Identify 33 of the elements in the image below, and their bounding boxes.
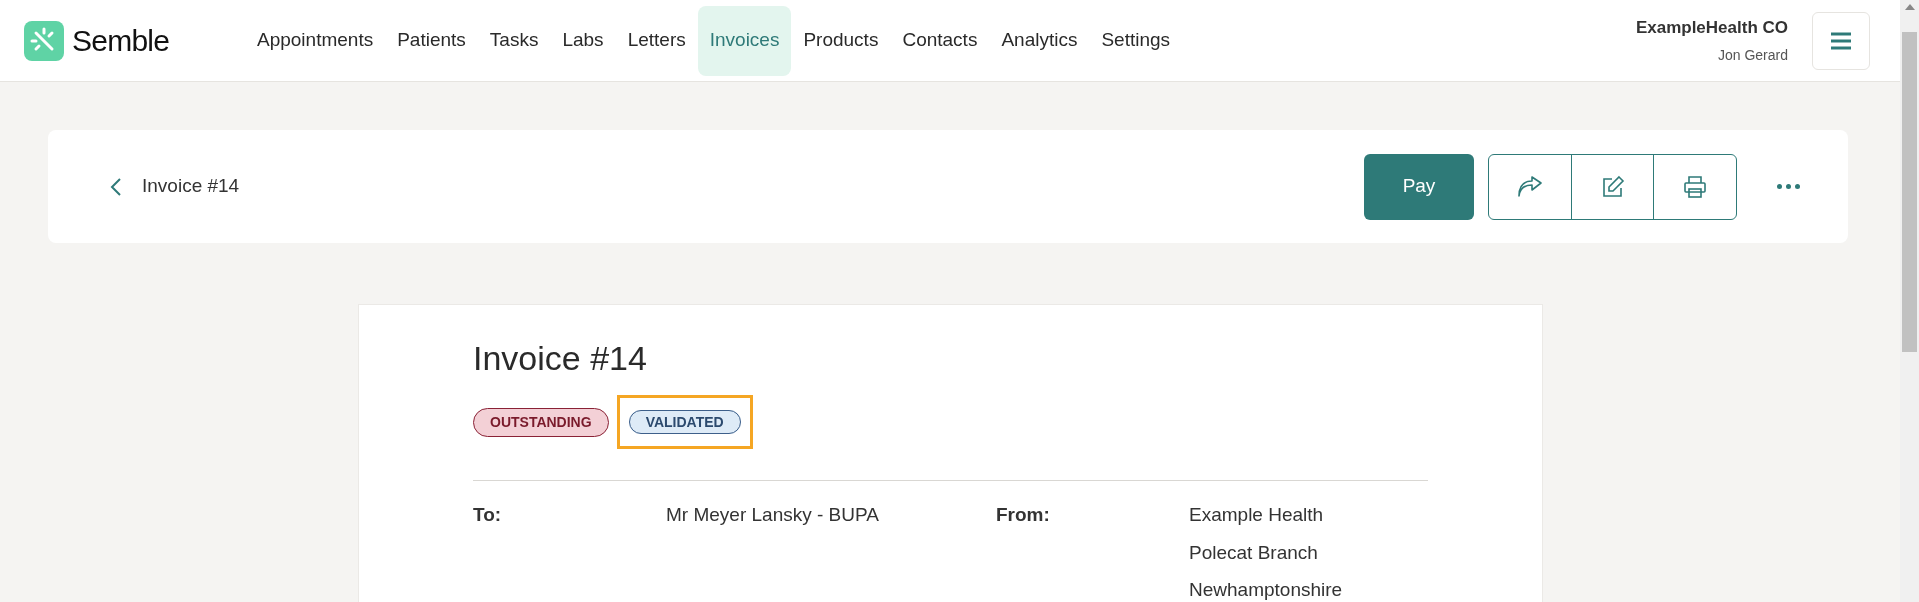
nav-link[interactable]: Tasks bbox=[477, 5, 551, 76]
edit-icon bbox=[1600, 174, 1625, 199]
to-label: To: bbox=[473, 503, 503, 527]
sender-line: Example Health bbox=[1189, 503, 1325, 527]
scrollbar[interactable] bbox=[1900, 0, 1919, 602]
organisation-name: ExampleHealth CO bbox=[1635, 17, 1788, 40]
nav-link[interactable]: Settings bbox=[1089, 5, 1183, 76]
pay-button[interactable]: Pay bbox=[1364, 153, 1474, 220]
nav-link[interactable]: Analytics bbox=[989, 5, 1090, 76]
brand-name: Semble bbox=[72, 23, 170, 59]
nav-link[interactable]: Patients bbox=[385, 5, 478, 76]
page-title: Invoice #14 bbox=[142, 174, 240, 199]
nav-link[interactable]: Contacts bbox=[890, 5, 990, 76]
recipient-line: Mr Meyer Lansky - BUPA bbox=[666, 503, 880, 527]
nav-link[interactable]: Appointments bbox=[245, 5, 386, 76]
user-name: Jon Gerard bbox=[1717, 45, 1788, 65]
back-button[interactable] bbox=[110, 176, 122, 197]
invoice-title: Invoice #14 bbox=[473, 338, 648, 379]
from-label: From: bbox=[996, 503, 1051, 527]
chevron-left-icon bbox=[110, 176, 122, 197]
status-badge: OUTSTANDING bbox=[473, 407, 609, 437]
sender-line: Newhamptonshire bbox=[1189, 578, 1344, 602]
nav-link[interactable]: Products bbox=[791, 5, 891, 76]
printer-icon bbox=[1683, 174, 1707, 199]
sender-line: Polecat Branch bbox=[1189, 540, 1319, 565]
nav-link[interactable]: Letters bbox=[615, 5, 698, 76]
nav-link[interactable]: Labs bbox=[550, 5, 616, 76]
menu-button[interactable] bbox=[1812, 11, 1870, 70]
nav-link[interactable]: Invoices bbox=[697, 5, 792, 76]
logo-icon bbox=[24, 20, 64, 61]
menu-icon bbox=[1830, 31, 1852, 50]
status-badge: VALIDATED bbox=[628, 410, 741, 434]
share-icon bbox=[1517, 175, 1543, 198]
